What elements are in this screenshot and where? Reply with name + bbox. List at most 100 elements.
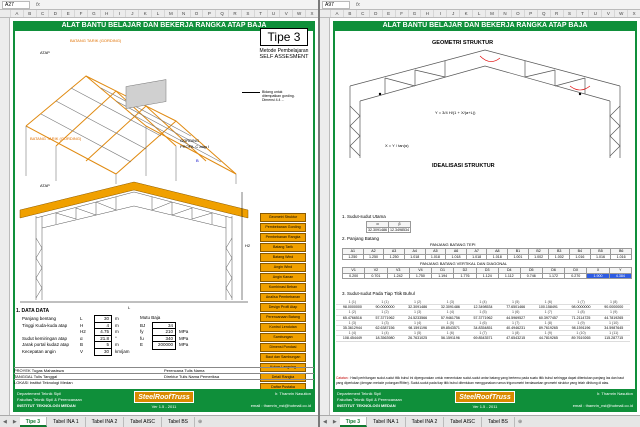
angle-header-cell: 1 (3): [348, 320, 357, 325]
data-row-input[interactable]: 30: [94, 347, 112, 356]
angle-header-cell: 1 (8): [512, 331, 520, 336]
section-1-title: 1. Sudut-sudut Utama: [342, 214, 386, 219]
angle-header-cell: 1 (2): [413, 300, 422, 304]
steelrooftruss-logo-right: SteelRoofTruss: [455, 391, 515, 403]
angle-value-cell: 90.0000000: [604, 305, 624, 310]
sheet-tab[interactable]: Tipe 3: [339, 416, 368, 427]
nav-button-7[interactable]: Kombinasi Beban: [260, 283, 306, 292]
nav-button-5[interactable]: Angin Wind: [260, 263, 306, 272]
angle-value-cell: 115.287715: [604, 336, 624, 341]
nav-button-10[interactable]: Perencanaan Batang: [260, 313, 306, 322]
equation-y: Y = 3/4 H/(1 + X/(a+L)): [435, 110, 476, 115]
angle-value-cell: 32.3091486: [408, 305, 428, 310]
nav-button-9[interactable]: Design Profil Atap: [260, 303, 306, 312]
nav-button-12[interactable]: Sambungan: [260, 333, 306, 342]
nav-button-8[interactable]: Analisa Pembebanan: [260, 293, 306, 302]
tab-next-icon[interactable]: ▶: [330, 419, 340, 425]
angle-value-cell: 44.5969527: [506, 315, 526, 320]
angle-header-cell: 1 (5): [479, 310, 487, 315]
sheet-tab[interactable]: Tipe 3: [19, 416, 48, 427]
vd-value-cell: 1.242: [386, 272, 410, 279]
angle-header-cell: 1 (4): [413, 320, 422, 325]
mutu-baja-table: Mutu Baja BJ 34 fy 210 MPa fu 340 MPa E 200000 MPa: [140, 315, 188, 350]
data-row: Kecepatan angin V 30 km/jam: [22, 347, 130, 356]
sheet-tab[interactable]: Tabel INA 1: [367, 416, 406, 427]
angle-value-cell: 44.7819265: [538, 336, 558, 341]
tepi-value-cell: 1.018: [486, 253, 509, 260]
angle-header-cell: 1 (3): [413, 310, 422, 315]
angle-header-cell: 1 (11): [609, 331, 619, 336]
version-label-right: Ver 1.5 - 2011: [472, 404, 498, 409]
vd-value-cell: 0.746: [519, 272, 543, 279]
nav-button-13[interactable]: Dimensi Pondasi: [260, 343, 306, 352]
sheet-tab[interactable]: Tabel AISC: [444, 416, 482, 427]
self-assesment-label: SELF ASSESMENT: [259, 54, 309, 60]
data-table: Panjang bentang L 30 m Tinggi Kuda-kuda atap…: [22, 315, 130, 356]
vd-value-cell: 0.200: [341, 272, 366, 279]
name-box-right[interactable]: A97: [322, 0, 350, 9]
tepi-value-cell: 1.002: [527, 253, 550, 260]
sheet-area-right[interactable]: ALAT BANTU BELAJAR DAN BEKERJA RANGKA AT…: [330, 18, 640, 415]
nav-button-0[interactable]: Geometri Struktur: [260, 213, 306, 222]
nav-button-6[interactable]: Angin Kanan: [260, 273, 306, 282]
angle-header-cell: 1 (2): [348, 310, 357, 315]
angle-header-cell: 1 (1): [381, 300, 389, 304]
vd-table: V1 V2 V3 V4 D1 D2 D3 D4 D5 D6 DX X Y 0.200 0.701 1.242…: [341, 267, 633, 279]
section-3-title: 3. Sudut-sudut Pada Tiap Titik Buhul: [342, 291, 415, 296]
nav-button-4[interactable]: Batang Wind: [260, 253, 306, 262]
title-block: PROYEK Tugas Mahasiswa Perencana Tulis Na…: [14, 367, 314, 411]
sheet-tab[interactable]: Tabel BS: [482, 416, 515, 427]
angle-value-cell: 34.5987645: [604, 325, 624, 330]
navigation-buttons: Geometri Struktur Pembebanan Gording Pembe…: [260, 213, 306, 393]
data-title: 1. DATA DATA: [16, 308, 50, 314]
angle-table: 1 (1) 1 (1) 1 (2) 1 (3) 1 (4) 1 (5) 1 (6) 1 (7)…: [336, 300, 630, 342]
add-sheet-icon[interactable]: ⊕: [195, 419, 205, 425]
vd-value-cell: 1.750: [408, 272, 433, 279]
add-sheet-icon[interactable]: ⊕: [515, 419, 525, 425]
fx-icon-right: fx: [356, 1, 360, 8]
pointer-arrow: [242, 92, 260, 93]
formula-bar: A27 fx: [0, 0, 318, 10]
sheet-area[interactable]: ALAT BANTU BELAJAR DAN BEKERJA RANGKA AT…: [10, 18, 318, 415]
tab-next-icon[interactable]: ▶: [10, 419, 20, 425]
mutu-input[interactable]: 200000: [152, 341, 176, 350]
nav-button-2[interactable]: Pembebanan Rangka: [260, 233, 306, 242]
tepi-value-cell: 1.016: [610, 253, 632, 260]
label-h2: H2: [245, 243, 251, 248]
sheet-tab[interactable]: Tabel INA 2: [406, 416, 445, 427]
proyek-field: PROYEK Tugas Mahasiswa: [14, 368, 64, 373]
label-atap-bottom: ATAP: [40, 183, 50, 188]
angle-value-cell: 98.1591196: [571, 325, 591, 330]
data-row-unit: m: [115, 316, 119, 321]
data-row: Panjang bentang L 30 m: [22, 315, 130, 324]
section-2-title: 2. Panjang Batang: [342, 236, 380, 241]
angle-value-cell: 47.6543215: [506, 336, 526, 341]
angle-header-cell: 1 (5): [512, 300, 520, 304]
sheet-tab[interactable]: Tabel AISC: [124, 416, 162, 427]
angle-header-cell: 1 (7): [512, 320, 520, 325]
tab-prev-icon[interactable]: ◀: [0, 419, 10, 425]
angle-value-cell: 71.2114725: [571, 315, 591, 320]
direktur-field: Direktur Tulis Nama Pemeriksa: [164, 374, 220, 379]
angle-value-cell: 35.3612944: [342, 325, 362, 330]
left-sheet-window: A27 fx ABCDEFGHIJKLMNOPQRSTUVWX ALAT BAN…: [0, 0, 318, 427]
angle-header-cell: 1 (3): [381, 320, 389, 325]
vd-value-cell: 0.270: [564, 272, 588, 279]
mutu-unit: MPa: [179, 335, 189, 341]
sheet-tab[interactable]: Tabel INA 1: [47, 416, 86, 427]
name-box[interactable]: A27: [2, 0, 30, 9]
tepi-value-cell: 1.018: [424, 253, 447, 260]
tab-prev-icon[interactable]: ◀: [320, 419, 330, 425]
angle-value-cell: 57.3771962: [473, 315, 493, 320]
angle-value-cell: 57.3771962: [375, 315, 395, 320]
right-sheet-window: A97 fx ABCDEFGHIJKLMNOPQRSTUVWX ALAT BAN…: [320, 0, 640, 427]
nav-button-3[interactable]: Batang Tarik: [260, 243, 306, 252]
nav-button-11[interactable]: Kontrol Lendutan: [260, 323, 306, 332]
sheet-tab[interactable]: Tabel BS: [162, 416, 195, 427]
angle-header-cell: 1 (9): [610, 310, 618, 315]
tepi-table: A1 A2 A3 A4 A5 A6 A7 A8 B1 B2 B3 B4 B5 B6 1.250 1.250 1…: [342, 248, 632, 260]
nav-button-14[interactable]: Baut dan Sambungan: [260, 353, 306, 362]
sheet-tab[interactable]: Tabel INA 2: [86, 416, 125, 427]
dept-label-right: Departement Teknik Sipil: [337, 391, 382, 396]
nav-button-1[interactable]: Pembebanan Gording: [260, 223, 306, 232]
